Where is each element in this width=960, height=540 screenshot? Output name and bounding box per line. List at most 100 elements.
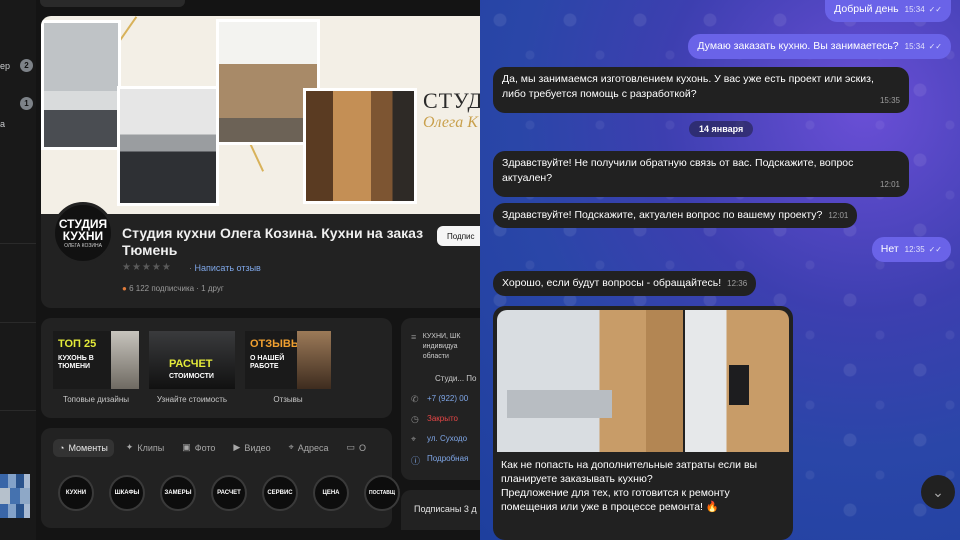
date-divider: 14 января: [689, 121, 754, 137]
message-text: Здравствуйте! Подскажите, актуален вопро…: [502, 209, 823, 221]
story-circle[interactable]: ПОСТАВЩ: [364, 475, 400, 511]
info-more[interactable]: ⓘ Подробная: [411, 454, 480, 467]
sidebar-item-1[interactable]: ер: [0, 61, 10, 71]
tab-label: Адреса: [297, 442, 329, 453]
tab-video[interactable]: ▶ Видео: [227, 438, 276, 457]
message-time: 12:35: [904, 245, 925, 254]
highlight-label[interactable]: Топовые дизайны: [46, 395, 146, 404]
sidebar-count-badge: 1: [20, 97, 33, 110]
pin-icon: ⌖: [411, 434, 417, 444]
tab-about[interactable]: ▭ О: [341, 438, 373, 457]
tab-addresses[interactable]: ⌖ Адреса: [283, 438, 335, 457]
moments-icon: ◔: [59, 442, 65, 453]
highlight-sub: О НАШЕЙ РАБОТЕ: [250, 355, 285, 370]
highlight-image: [297, 331, 331, 389]
subscribers-count[interactable]: ● 6 122 подписчика · 1 друг: [122, 284, 224, 293]
message-time: 12:01: [879, 180, 900, 189]
story-circle[interactable]: ЦЕНА: [313, 475, 349, 511]
story-circle[interactable]: ЗАМЕРЫ: [160, 475, 196, 511]
message-outgoing[interactable]: Думаю заказать кухню. Вы занимаетесь? 15:…: [688, 34, 951, 59]
content-tabs: ◔ Моменты ✦ Клипы ▣ Фото ▶ Видео ⌖ Адреса ▭ О: [53, 438, 372, 457]
info-phone[interactable]: ✆ +7 (922) 00: [411, 394, 480, 405]
subscribers-label: 6 122 подписчика · 1 друг: [129, 284, 224, 293]
subscribed-friends-label[interactable]: Подписаны 3 д: [414, 504, 477, 514]
group-avatar[interactable]: СТУДИЯ КУХНИ ОЛЕГА КОЗИНА: [52, 202, 114, 264]
tab-clips[interactable]: ✦ Клипы: [120, 438, 170, 457]
write-review-link[interactable]: · Написать отзыв: [189, 263, 261, 273]
message-incoming[interactable]: Да, мы занимаемся изготовлением кухонь. …: [493, 67, 909, 113]
info-status: ◷ Закрыто: [411, 414, 480, 425]
highlight-label[interactable]: Узнайте стоимость: [142, 395, 242, 404]
read-check-icon: ✓✓: [928, 245, 942, 254]
tab-photo[interactable]: ▣ Фото: [176, 438, 221, 457]
tab-label: О: [359, 442, 367, 453]
cover-brand-sub: Олега К: [423, 114, 478, 131]
logo-text: ОЛЕГА КОЗИНА: [64, 242, 102, 249]
write-review-label: Написать отзыв: [194, 263, 261, 273]
info-link[interactable]: Студи... По: [435, 374, 480, 383]
read-check-icon: ✓✓: [928, 42, 942, 51]
message-time: 15:34: [904, 42, 925, 51]
highlight-image: [111, 331, 139, 389]
message-outgoing[interactable]: Нет 12:35 ✓✓: [871, 237, 951, 262]
story-circle[interactable]: СЕРВИС: [262, 475, 298, 511]
tab-moments[interactable]: ◔ Моменты: [53, 438, 114, 457]
logo-text: КУХНИ: [62, 228, 104, 243]
highlight-title: РАСЧЕТ: [169, 358, 213, 370]
read-check-icon: ✓✓: [928, 5, 942, 14]
highlight-sub: СТОИМОСТИ: [169, 373, 214, 380]
group-name: Студия кухни Олега Козина. Кухни на зака…: [122, 225, 424, 258]
highlight-label[interactable]: Отзывы: [238, 395, 338, 404]
story-circle[interactable]: КУХНИ: [58, 475, 94, 511]
tab-label: Клипы: [137, 442, 165, 453]
divider: [0, 243, 36, 244]
story-circle[interactable]: РАСЧЕТ: [211, 475, 247, 511]
phone-icon: ✆: [411, 394, 419, 404]
blurred-avatar: [0, 474, 30, 518]
message-incoming[interactable]: Здравствуйте! Подскажите, актуален вопро…: [493, 203, 858, 228]
photo-icon: ▣: [182, 442, 191, 452]
highlight-thumb[interactable]: ОТЗЫВЫ О НАШЕЙ РАБОТЕ: [245, 331, 331, 389]
highlight-title: ТОП 25: [58, 338, 97, 350]
kitchen-photo: [117, 86, 219, 206]
left-sidebar: ер 2 1 а: [0, 0, 36, 540]
search-bar[interactable]: [40, 0, 185, 7]
message-text: Хорошо, если будут вопросы - обращайтесь…: [502, 277, 722, 289]
message-outgoing[interactable]: Добрый день 15:34 ✓✓: [825, 0, 951, 22]
message-text: Добрый день: [834, 3, 899, 15]
pin-icon: ⌖: [288, 442, 294, 452]
message-time: 15:35: [879, 96, 900, 105]
divider: [0, 322, 36, 323]
subscribers-icon: ●: [122, 284, 127, 293]
info-status-text: Закрыто: [427, 414, 459, 423]
subscribe-button[interactable]: Подпис: [437, 226, 480, 246]
kitchen-photo: [41, 20, 121, 150]
message-text: Думаю заказать кухню. Вы занимаетесь?: [697, 40, 899, 52]
story-circle[interactable]: ШКАФЫ: [109, 475, 145, 511]
group-cover: СТУД Олега К: [41, 16, 480, 214]
kitchen-photo[interactable]: [685, 310, 789, 452]
message-text: Нет: [880, 243, 899, 255]
highlight-thumb[interactable]: РАСЧЕТ СТОИМОСТИ: [149, 331, 235, 389]
info-phone-text: +7 (922) 00: [427, 394, 469, 403]
group-page: ер 2 1 а СТУД Олега К СТУДИЯ КУХНИ ОЛЕГА…: [0, 0, 480, 540]
kitchen-photo[interactable]: [497, 310, 683, 452]
info-desc-text: КУХНИ, ШК индивидуа области: [422, 333, 461, 360]
message-incoming[interactable]: Здравствуйте! Не получили обратную связь…: [493, 151, 909, 197]
info-more-text: Подробная: [427, 454, 469, 463]
media-message[interactable]: Как не попасть на дополнительные затраты…: [493, 306, 793, 540]
group-info-card: ≡ КУХНИ, ШК индивидуа области Студи... По…: [401, 318, 480, 480]
clips-icon: ✦: [125, 442, 134, 452]
scroll-down-button[interactable]: ⌄: [921, 475, 955, 509]
menu-icon: ≡: [411, 332, 417, 342]
media-caption: Как не попасть на дополнительные затраты…: [501, 459, 758, 513]
highlight-thumb[interactable]: ТОП 25 КУХОНЬ В ТЮМЕНИ: [53, 331, 139, 389]
info-address[interactable]: ⌖ ул. Суходо: [411, 434, 480, 445]
message-incoming[interactable]: Хорошо, если будут вопросы - обращайтесь…: [493, 271, 757, 296]
chat-icon: ▭: [346, 442, 356, 452]
sidebar-item-2[interactable]: а: [0, 119, 5, 129]
info-address-text: ул. Суходо: [427, 434, 468, 443]
group-header-card: СТУД Олега К СТУДИЯ КУХНИ ОЛЕГА КОЗИНА С…: [41, 16, 480, 308]
cover-brand: СТУД: [423, 88, 480, 113]
rating-stars: ★★★★★: [122, 262, 172, 273]
